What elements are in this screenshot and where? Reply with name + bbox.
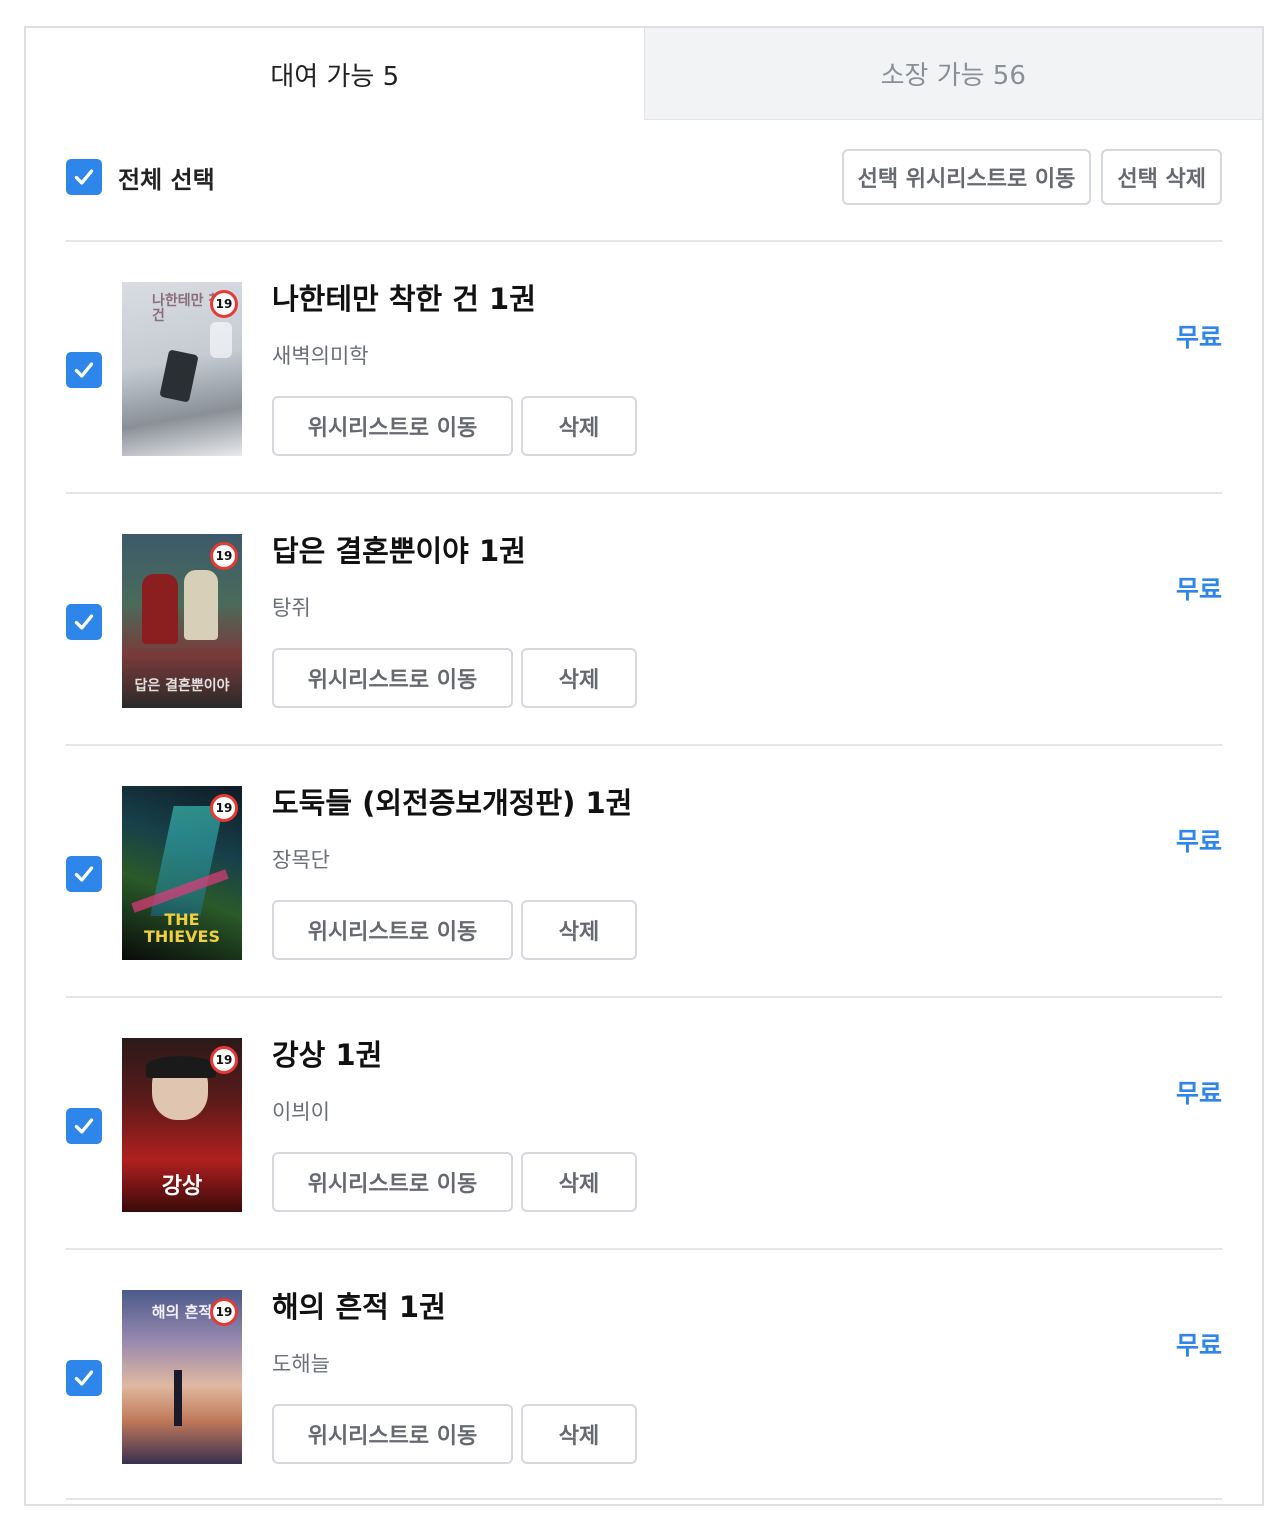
tab-bar: 대여 가능 5 소장 가능 56 (26, 28, 1262, 120)
book-list: 나한테만 착한 건 19 나한테만 착한 건 1권 새벽의미학 위시리스트로 이… (66, 240, 1222, 1500)
age-19-badge: 19 (210, 1298, 238, 1326)
check-icon (74, 614, 94, 630)
book-checkbox[interactable] (66, 856, 102, 892)
age-19-badge: 19 (210, 542, 238, 570)
book-cover[interactable]: THE THIEVES 19 (122, 786, 242, 960)
book-author[interactable]: 장목단 (272, 844, 637, 874)
book-price: 무료 (1175, 1331, 1222, 1360)
check-icon (74, 1118, 94, 1134)
tab-rental[interactable]: 대여 가능 5 (26, 28, 644, 120)
book-title[interactable]: 도둑들 (외전증보개정판) 1권 (272, 780, 637, 822)
cover-title: THE THIEVES (143, 909, 221, 947)
book-author[interactable]: 탕쥐 (272, 592, 637, 622)
book-checkbox[interactable] (66, 604, 102, 640)
check-icon (74, 866, 94, 882)
tab-purchase[interactable]: 소장 가능 56 (643, 28, 1262, 120)
book-info: 답은 결혼뿐이야 1권 탕쥐 위시리스트로 이동 삭제 (272, 528, 637, 708)
book-price: 무료 (1175, 323, 1222, 352)
book-title[interactable]: 강상 1권 (272, 1032, 637, 1074)
delete-button[interactable]: 삭제 (521, 648, 637, 708)
book-cover[interactable]: 나한테만 착한 건 19 (122, 282, 242, 456)
book-actions: 위시리스트로 이동 삭제 (272, 1152, 637, 1212)
move-to-wishlist-button[interactable]: 위시리스트로 이동 (272, 396, 513, 456)
toolbar-actions: 선택 위시리스트로 이동 선택 삭제 (841, 149, 1222, 205)
select-all-label: 전체 선택 (118, 165, 215, 194)
book-title[interactable]: 답은 결혼뿐이야 1권 (272, 528, 637, 570)
book-title[interactable]: 나한테만 착한 건 1권 (272, 276, 637, 318)
check-icon (74, 1370, 94, 1386)
move-to-wishlist-button[interactable]: 위시리스트로 이동 (272, 1152, 513, 1212)
book-cover[interactable]: 답은 결혼뿐이야 19 (122, 534, 242, 708)
age-19-badge: 19 (210, 1046, 238, 1074)
select-all-checkbox[interactable] (66, 159, 102, 195)
book-info: 해의 흔적 1권 도해늘 위시리스트로 이동 삭제 (272, 1284, 637, 1464)
delete-selected-button[interactable]: 선택 삭제 (1101, 149, 1222, 205)
book-checkbox[interactable] (66, 352, 102, 388)
select-all[interactable]: 전체 선택 (66, 159, 215, 195)
age-19-badge: 19 (210, 794, 238, 822)
delete-button[interactable]: 삭제 (521, 900, 637, 960)
move-to-wishlist-button[interactable]: 위시리스트로 이동 (272, 900, 513, 960)
book-info: 강상 1권 이븨이 위시리스트로 이동 삭제 (272, 1032, 637, 1212)
cover-title: 강상 (161, 1172, 203, 1199)
move-to-wishlist-button[interactable]: 위시리스트로 이동 (272, 1404, 513, 1464)
book-actions: 위시리스트로 이동 삭제 (272, 396, 637, 456)
book-row: 강상 19 강상 1권 이븨이 위시리스트로 이동 삭제 무료 (66, 996, 1222, 1248)
book-author[interactable]: 새벽의미학 (272, 340, 637, 370)
delete-button[interactable]: 삭제 (521, 1152, 637, 1212)
book-price: 무료 (1175, 827, 1222, 856)
book-price: 무료 (1175, 1079, 1222, 1108)
check-icon (74, 362, 94, 378)
book-author[interactable]: 이븨이 (272, 1096, 637, 1126)
book-actions: 위시리스트로 이동 삭제 (272, 900, 637, 960)
check-icon (74, 169, 94, 185)
book-checkbox[interactable] (66, 1360, 102, 1396)
book-cover[interactable]: 강상 19 (122, 1038, 242, 1212)
book-title[interactable]: 해의 흔적 1권 (272, 1284, 637, 1326)
book-row: 해의 흔적 19 해의 흔적 1권 도해늘 위시리스트로 이동 삭제 무료 (66, 1248, 1222, 1500)
cart-panel: 대여 가능 5 소장 가능 56 전체 선택 선택 위시리스트로 이동 선택 삭… (24, 26, 1264, 1506)
delete-button[interactable]: 삭제 (521, 1404, 637, 1464)
book-row: 나한테만 착한 건 19 나한테만 착한 건 1권 새벽의미학 위시리스트로 이… (66, 240, 1222, 492)
move-to-wishlist-button[interactable]: 위시리스트로 이동 (272, 648, 513, 708)
book-info: 도둑들 (외전증보개정판) 1권 장목단 위시리스트로 이동 삭제 (272, 780, 637, 960)
age-19-badge: 19 (210, 290, 238, 318)
book-actions: 위시리스트로 이동 삭제 (272, 648, 637, 708)
cover-title: 답은 결혼뿐이야 (134, 677, 230, 694)
book-checkbox[interactable] (66, 1108, 102, 1144)
book-info: 나한테만 착한 건 1권 새벽의미학 위시리스트로 이동 삭제 (272, 276, 637, 456)
move-selected-to-wishlist-button[interactable]: 선택 위시리스트로 이동 (841, 149, 1092, 205)
delete-button[interactable]: 삭제 (521, 396, 637, 456)
book-row: 답은 결혼뿐이야 19 답은 결혼뿐이야 1권 탕쥐 위시리스트로 이동 삭제 … (66, 492, 1222, 744)
book-price: 무료 (1175, 575, 1222, 604)
book-author[interactable]: 도해늘 (272, 1348, 637, 1378)
book-row: THE THIEVES 19 도둑들 (외전증보개정판) 1권 장목단 위시리스… (66, 744, 1222, 996)
book-actions: 위시리스트로 이동 삭제 (272, 1404, 637, 1464)
book-cover[interactable]: 해의 흔적 19 (122, 1290, 242, 1464)
toolbar: 전체 선택 선택 위시리스트로 이동 선택 삭제 (66, 146, 1222, 208)
